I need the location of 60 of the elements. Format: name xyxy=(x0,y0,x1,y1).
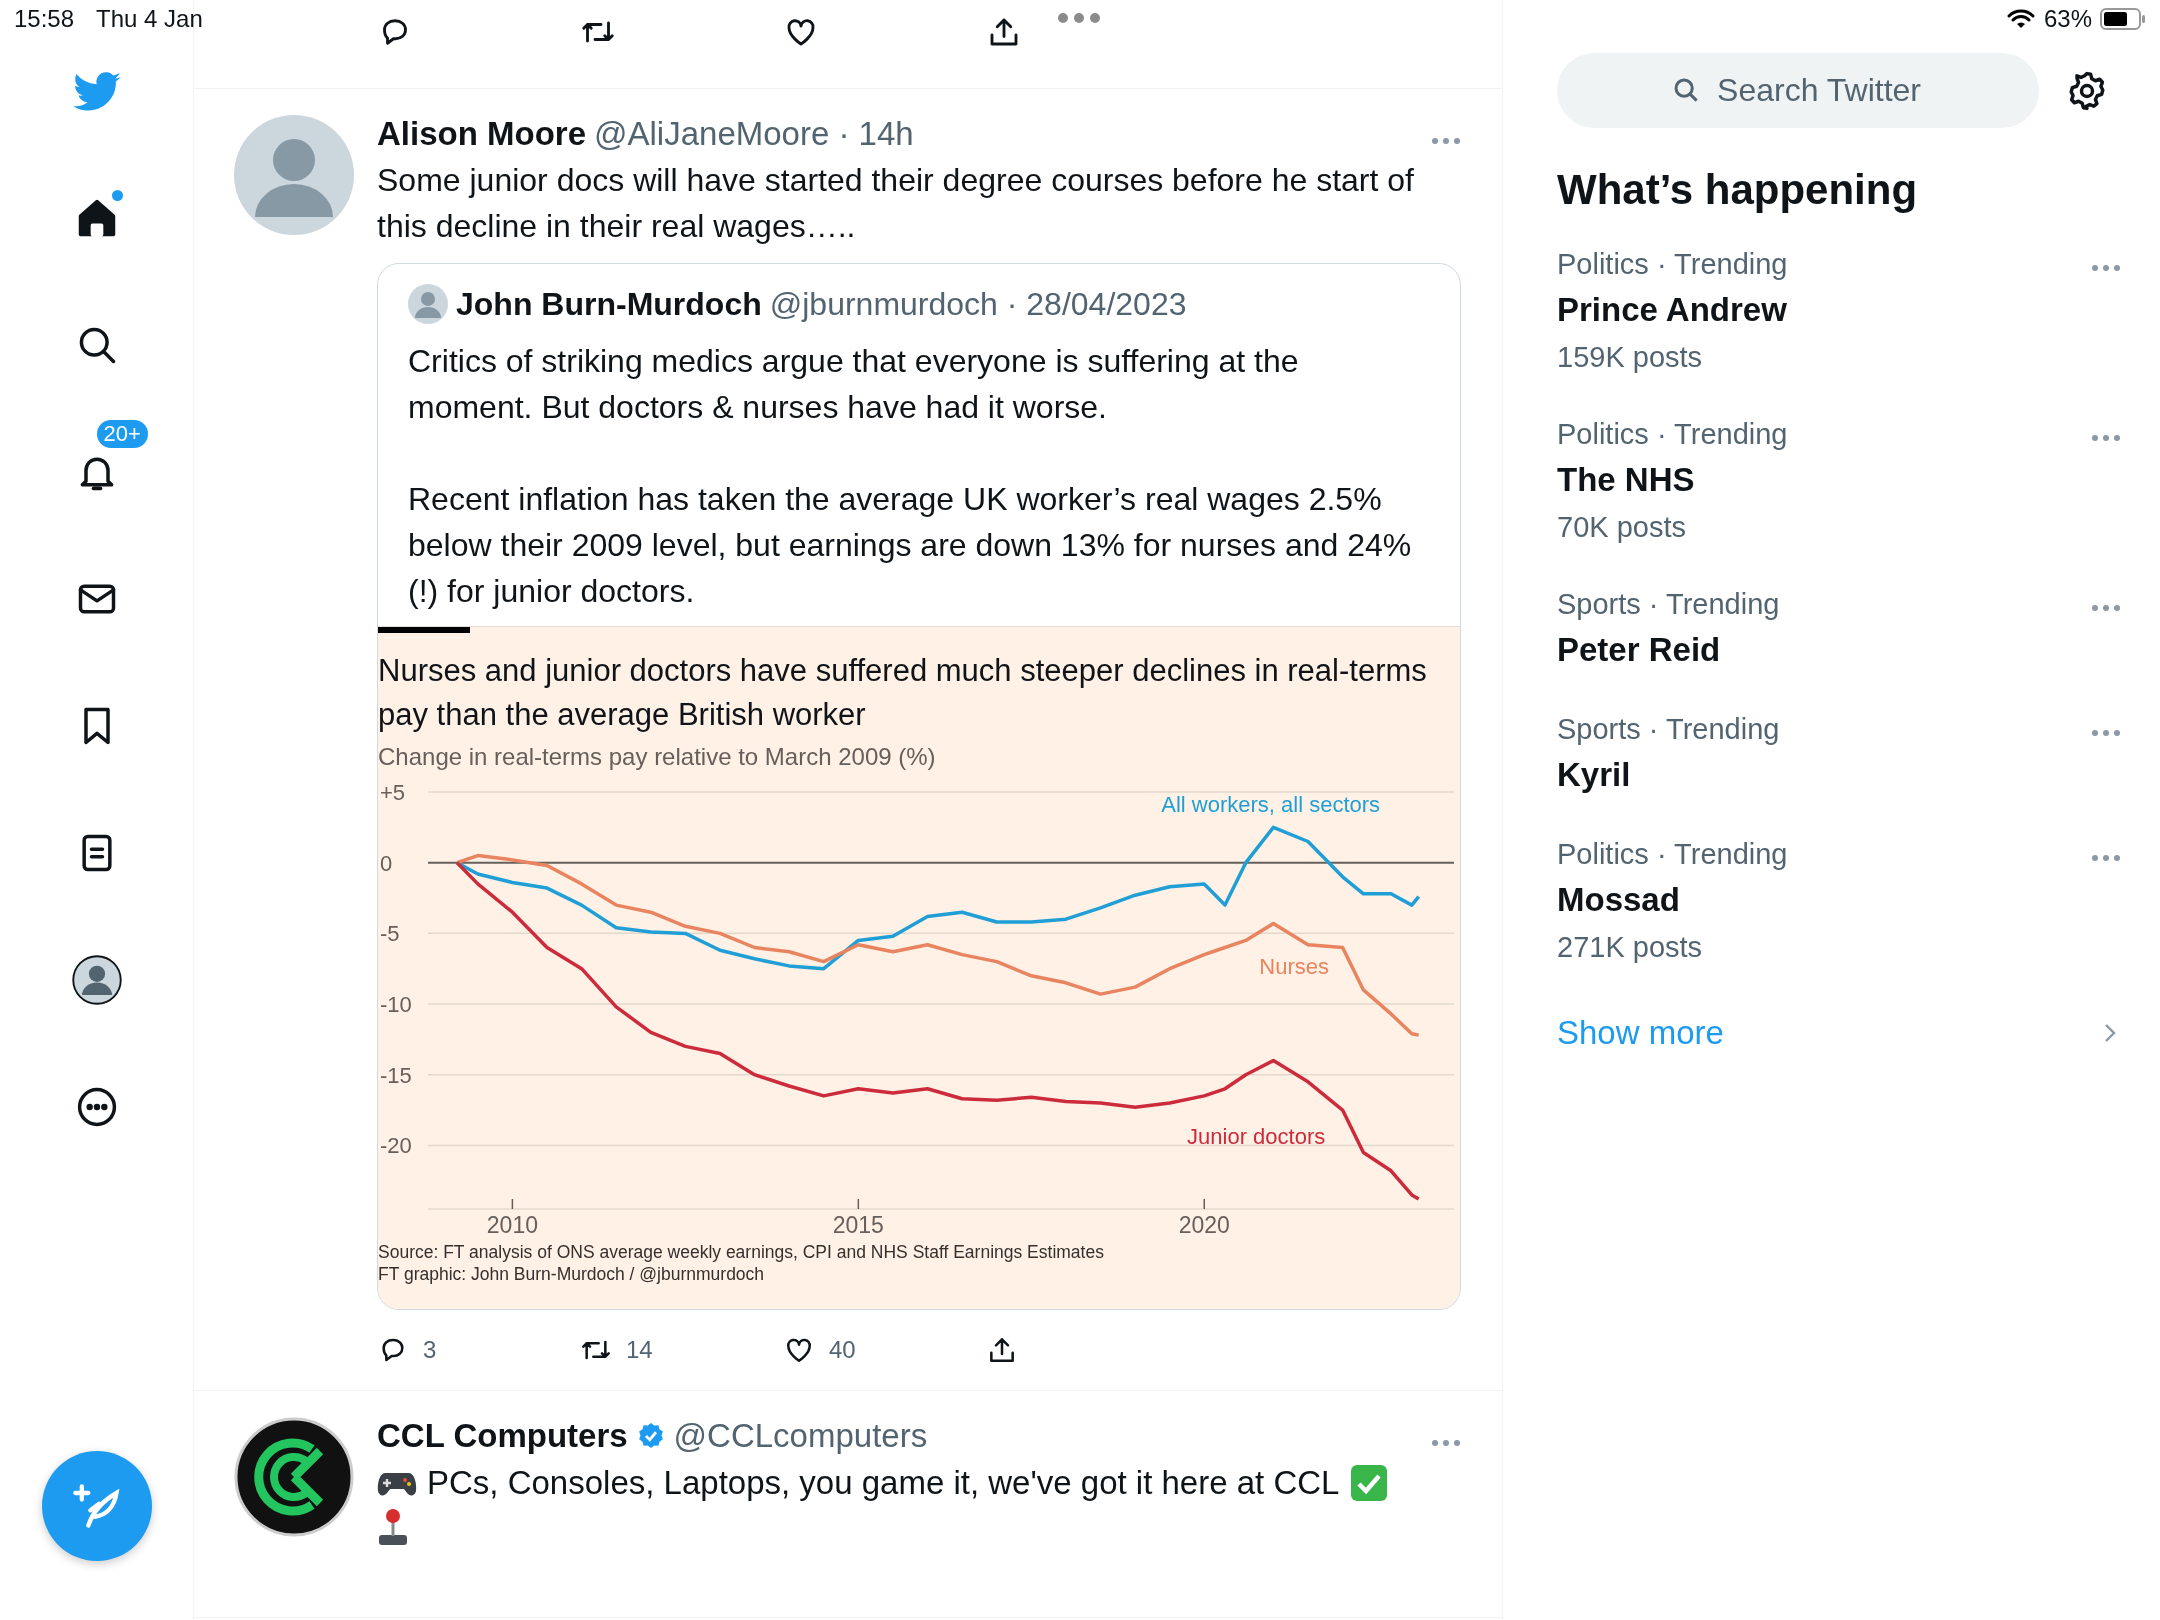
more-icon[interactable] xyxy=(1431,137,1461,145)
author-handle[interactable]: @CCLcomputers xyxy=(673,1417,928,1455)
author-name[interactable]: John Burn-Murdoch xyxy=(456,285,762,323)
axis-label: -15 xyxy=(380,1062,412,1088)
quote-text: Recent inflation has taken the average UK worker’s real wages 2.5% below their 2009 level, but earnings are down 13% for nurses and 24% (!) for junior doctors. xyxy=(408,480,1413,611)
trend-item[interactable]: Sports · Trending Kyril xyxy=(1557,691,2121,816)
tick-mark xyxy=(857,1198,860,1210)
axis-label: -5 xyxy=(380,921,400,947)
chart-source: Source: FT analysis of ONS average weekly earnings, CPI and NHS Staff Earnings Estimates FT graphic: John Burn-Murdoch / @jburnmurdoch xyxy=(378,1241,1105,1286)
avatar[interactable] xyxy=(234,115,354,235)
section-title: What’s happening xyxy=(1557,166,1919,214)
axis-label: -20 xyxy=(380,1133,412,1159)
axis-label: 2020 xyxy=(1178,1212,1230,1238)
chart-title: Nurses and junior doctors have suffered much steeper declines in real-terms pay than the average British worker xyxy=(378,652,1428,734)
author-name[interactable]: Alison Moore xyxy=(377,115,586,153)
axis-label: -10 xyxy=(380,992,412,1018)
logo-avatar[interactable] xyxy=(234,1417,354,1537)
search-field[interactable]: Search Twitter xyxy=(1557,53,2039,128)
action-count: 14 xyxy=(626,1336,653,1364)
author-handle[interactable]: @AliJaneMoore · 14h xyxy=(594,115,914,153)
battery-percent: 63% xyxy=(2043,5,2092,33)
tick-mark xyxy=(511,1198,514,1210)
axis-label: +5 xyxy=(380,780,406,805)
author-name[interactable]: CCL Computers xyxy=(377,1417,628,1455)
multitasking-icon[interactable] xyxy=(1057,12,1101,24)
status-time: 15:58 xyxy=(14,5,75,33)
more-icon[interactable] xyxy=(2091,434,2121,442)
avatar[interactable] xyxy=(408,284,448,324)
series-label: Nurses xyxy=(1259,954,1330,980)
status-date: Thu 4 Jan xyxy=(96,5,203,33)
trend-item[interactable]: Politics · Trending Mossad 271K posts xyxy=(1557,816,2121,986)
tweet-text: PCs, Consoles, Laptops, you game it, we've got it here at CCL xyxy=(427,1464,1340,1502)
quote-text: Critics of striking medics argue that everyone is suffering at the moment. But doctors & nurses have had it worse. xyxy=(408,342,1300,427)
more-icon[interactable] xyxy=(2091,264,2121,272)
quote-card[interactable] xyxy=(377,263,1461,1310)
more-icon[interactable] xyxy=(2091,729,2121,737)
notification-badge: 20+ xyxy=(94,417,150,450)
tick-mark xyxy=(1203,1198,1205,1210)
axis-label: 2015 xyxy=(832,1212,884,1238)
action-count: 40 xyxy=(829,1336,856,1364)
tweet-text: Some junior docs will have started their degree courses before he start of this decline in their real wages….. xyxy=(377,161,1415,246)
trend-item[interactable]: Politics · Trending Prince Andrew 159K posts xyxy=(1557,226,2121,396)
author-handle[interactable]: @jburnmurdoch · 28/04/2023 xyxy=(769,285,1187,323)
axis-label: 0 xyxy=(380,850,393,876)
battery-icon xyxy=(2100,8,2146,30)
series-label: All workers, all sectors xyxy=(1161,791,1381,817)
chart-subtitle: Change in real-terms pay relative to March 2009 (%) xyxy=(378,743,937,771)
more-icon[interactable] xyxy=(1431,1439,1461,1447)
action-count: 3 xyxy=(423,1336,437,1364)
axis-label: 2010 xyxy=(486,1212,538,1238)
series-label: Junior doctors xyxy=(1187,1124,1326,1149)
checkmark-icon xyxy=(1349,1463,1390,1503)
more-icon[interactable] xyxy=(2091,604,2121,612)
profile-icon[interactable] xyxy=(71,954,122,1005)
wifi-icon xyxy=(2005,8,2036,30)
trend-item[interactable]: Sports · Trending Peter Reid xyxy=(1557,566,2121,691)
joystick-icon xyxy=(377,1507,409,1547)
more-icon[interactable] xyxy=(2091,854,2121,862)
trend-item[interactable]: Politics · Trending The NHS 70K posts xyxy=(1557,396,2121,566)
compose-button[interactable] xyxy=(41,1451,152,1561)
